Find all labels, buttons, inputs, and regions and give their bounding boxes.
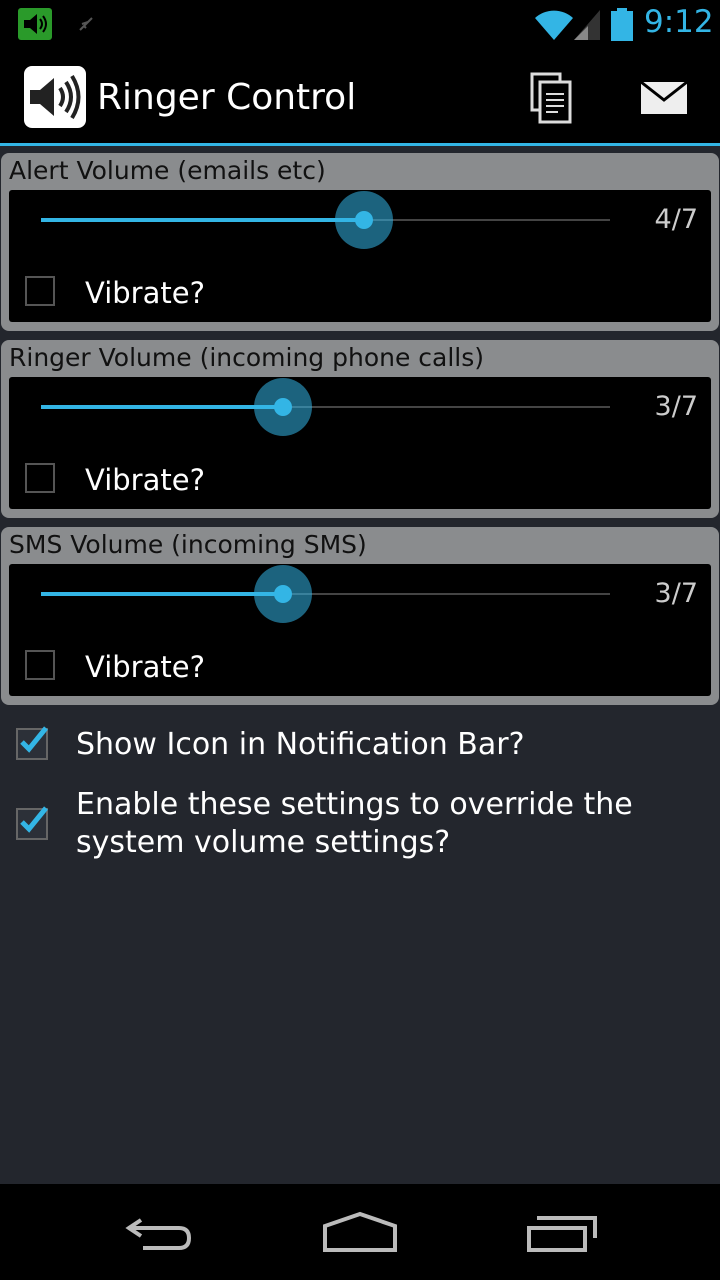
volume-slider[interactable] [41,378,610,436]
mail-icon [640,80,688,114]
group-title: Ringer Volume (incoming phone calls) [9,343,485,372]
home-button[interactable] [315,1204,405,1260]
group-title: SMS Volume (incoming SMS) [9,530,367,559]
wifi-icon [533,6,575,46]
volume-slider[interactable] [41,565,610,623]
vibrate-label[interactable]: Vibrate? [85,650,205,684]
back-icon [125,1218,192,1250]
navigation-bar [0,1184,720,1280]
slider-thumb[interactable] [254,565,312,623]
vibrate-checkbox[interactable] [25,463,55,493]
sms-volume-group: SMS Volume (incoming SMS) 3/7 Vibrate? [1,527,719,705]
override-settings-label[interactable]: Enable these settings to override the sy… [76,786,716,862]
override-settings-checkbox[interactable] [16,806,48,840]
show-icon-label[interactable]: Show Icon in Notification Bar? [76,726,716,764]
usb-icon [76,14,96,34]
volume-value: 4/7 [654,204,698,235]
checkmark-icon [20,726,48,753]
group-panel: 3/7 Vibrate? [9,377,711,509]
slider-thumb[interactable] [335,191,393,249]
battery-icon [610,8,634,41]
slider-thumb[interactable] [254,378,312,436]
home-icon [323,1211,397,1252]
group-panel: 4/7 Vibrate? [9,190,711,322]
status-bar: 9:12 [0,0,720,50]
ringer-volume-group: Ringer Volume (incoming phone calls) 3/7… [1,340,719,518]
group-title: Alert Volume (emails etc) [9,156,326,185]
slider-fill [41,592,283,596]
app-speaker-icon[interactable] [24,66,86,128]
vibrate-label[interactable]: Vibrate? [85,276,205,310]
slider-fill [41,405,283,409]
copy-button[interactable] [520,68,584,128]
speaker-icon [18,8,52,40]
volume-slider[interactable] [41,191,610,249]
recent-apps-icon [527,1216,597,1252]
app-title: Ringer Control [97,77,357,118]
checkmark-icon [20,806,48,833]
alert-volume-group: Alert Volume (emails etc) 4/7 Vibrate? [1,153,719,331]
vibrate-label[interactable]: Vibrate? [85,463,205,497]
vibrate-checkbox[interactable] [25,650,55,680]
vibrate-checkbox[interactable] [25,276,55,306]
show-icon-checkbox[interactable] [16,726,48,760]
back-button[interactable] [115,1204,205,1260]
mail-button[interactable] [632,68,696,128]
action-bar: Ringer Control [0,50,720,143]
volume-value: 3/7 [654,578,698,609]
status-time: 9:12 [644,4,714,40]
settings-content: Alert Volume (emails etc) 4/7 Vibrate? R… [0,146,720,1184]
slider-fill [41,218,364,222]
copy-icon [530,72,572,124]
signal-icon [572,8,602,46]
volume-value: 3/7 [654,391,698,422]
recent-apps-button[interactable] [515,1204,605,1260]
group-panel: 3/7 Vibrate? [9,564,711,696]
